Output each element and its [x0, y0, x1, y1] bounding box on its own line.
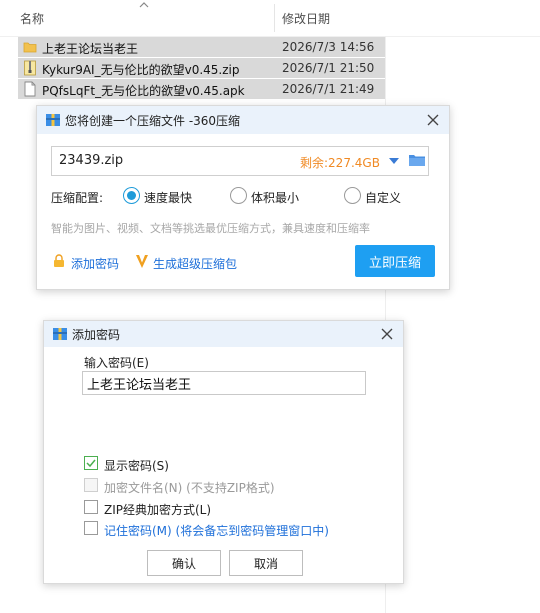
- confirm-button[interactable]: 确认: [147, 550, 221, 576]
- dialog-titlebar[interactable]: 您将创建一个压缩文件 -360压缩: [37, 106, 449, 134]
- encrypt-filenames-label[interactable]: 加密文件名(N) (不支持ZIP格式): [104, 479, 275, 496]
- file-row[interactable]: PQfsLqFt_无与伦比的欲望v0.45.apk 2026/7/1 21:49: [18, 79, 385, 99]
- file-name: PQfsLqFt_无与伦比的欲望v0.45.apk: [42, 84, 245, 98]
- file-row[interactable]: Kykur9AI_无与伦比的欲望v0.45.zip 2026/7/1 21:50: [18, 58, 385, 78]
- zip-classic-label[interactable]: ZIP经典加密方式(L): [104, 501, 211, 518]
- compress-config-label: 压缩配置:: [51, 191, 104, 205]
- dialog-title: 添加密码: [72, 328, 121, 342]
- radio-fastest-label[interactable]: 速度最快: [144, 189, 192, 206]
- column-modified-date[interactable]: 修改日期: [282, 10, 330, 27]
- file-name: Kykur9AI_无与伦比的欲望v0.45.zip: [42, 63, 240, 77]
- password-input[interactable]: [82, 371, 366, 395]
- chevron-down-icon[interactable]: [388, 157, 400, 165]
- dialog-titlebar[interactable]: 添加密码: [44, 321, 403, 347]
- sort-ascending-icon[interactable]: [138, 0, 150, 10]
- show-password-checkbox[interactable]: [84, 456, 98, 470]
- radio-fastest[interactable]: [123, 187, 140, 204]
- archive-path-field[interactable]: 23439.zip 剩余:227.4GB: [51, 146, 429, 176]
- compress-dialog: 您将创建一个压缩文件 -360压缩 23439.zip 剩余:227.4GB 压…: [36, 105, 450, 290]
- compress-hint: 智能为图片、视频、文档等挑选最优压缩方式，兼具速度和压缩率: [51, 222, 370, 235]
- browse-folder-icon[interactable]: [408, 152, 426, 168]
- radio-custom[interactable]: [344, 187, 361, 204]
- add-password-dialog: 添加密码 输入密码(E) 显示密码(S) 加密文件名(N) (不支持ZIP格式)…: [43, 320, 404, 584]
- radio-smallest[interactable]: [230, 187, 247, 204]
- remember-password-checkbox[interactable]: [84, 521, 98, 535]
- radio-smallest-label[interactable]: 体积最小: [251, 189, 299, 206]
- super-pack-link[interactable]: 生成超级压缩包: [153, 255, 237, 272]
- close-icon[interactable]: [379, 326, 395, 342]
- document-icon: [24, 81, 36, 97]
- column-header: 名称 修改日期: [0, 0, 540, 37]
- add-password-link[interactable]: 添加密码: [71, 255, 119, 272]
- dialog-title: 您将创建一个压缩文件 -360压缩: [65, 114, 241, 128]
- file-date: 2026/7/1 21:50: [282, 61, 375, 75]
- archive-app-icon: [46, 114, 60, 126]
- remember-password-label[interactable]: 记住密码(M) (将会备忘到密码管理窗口中): [104, 522, 329, 539]
- encrypt-filenames-checkbox[interactable]: [84, 478, 98, 492]
- free-space-label: 剩余:227.4GB: [300, 156, 380, 170]
- file-date: 2026/7/3 14:56: [282, 40, 375, 54]
- file-row[interactable]: 上老王论坛当老王 2026/7/3 14:56: [18, 37, 385, 57]
- cancel-button[interactable]: 取消: [229, 550, 303, 576]
- column-name[interactable]: 名称: [20, 10, 44, 27]
- file-name: 上老王论坛当老王: [42, 42, 139, 56]
- zip-file-icon: [24, 60, 36, 76]
- file-date: 2026/7/1 21:49: [282, 82, 375, 96]
- super-pack-v-icon[interactable]: [135, 253, 149, 269]
- close-icon[interactable]: [425, 112, 441, 128]
- compress-now-button[interactable]: 立即压缩: [355, 245, 435, 277]
- archive-filename: 23439.zip: [59, 153, 124, 168]
- checkmark-icon: [86, 459, 96, 468]
- zip-classic-checkbox[interactable]: [84, 500, 98, 514]
- archive-app-icon: [53, 328, 67, 340]
- lock-icon[interactable]: [53, 254, 65, 268]
- password-input-label: 输入密码(E): [84, 356, 149, 370]
- column-separator[interactable]: [274, 4, 275, 32]
- show-password-label[interactable]: 显示密码(S): [104, 457, 169, 474]
- folder-icon: [23, 42, 37, 53]
- radio-custom-label[interactable]: 自定义: [365, 189, 401, 206]
